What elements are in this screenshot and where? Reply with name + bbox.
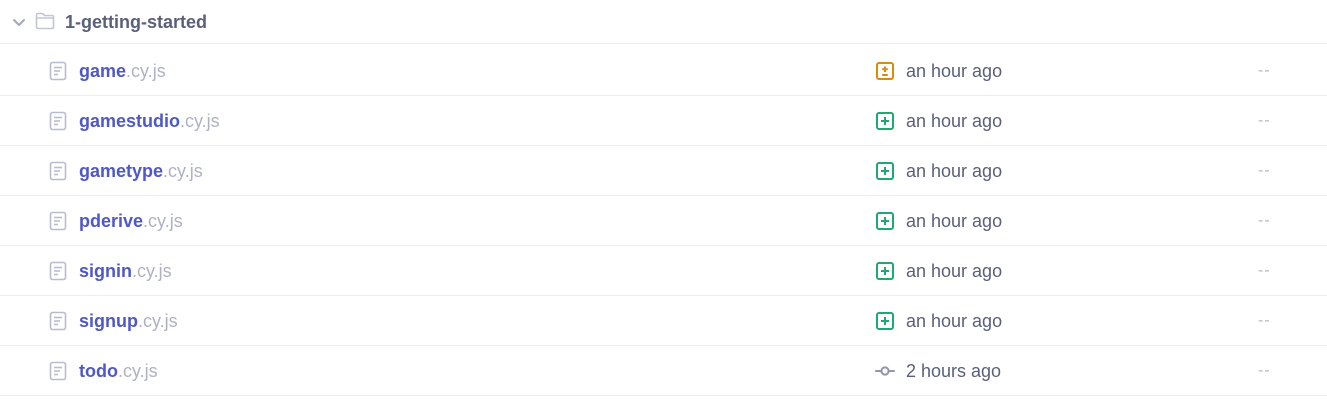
- average-duration: --: [1258, 212, 1271, 229]
- file-extension: .cy.js: [132, 261, 172, 281]
- spec-file-list: game.cy.js an hour ago -- gamestudio.cy.js a…: [0, 46, 1327, 396]
- spec-file-link[interactable]: gamestudio.cy.js: [79, 110, 220, 132]
- file-added-icon: [876, 262, 894, 280]
- commit-icon: [875, 366, 895, 376]
- file-base-name: gamestudio: [79, 111, 181, 131]
- file-extension: .cy.js: [163, 161, 203, 181]
- file-added-icon: [876, 112, 894, 130]
- file-modified-icon: [876, 62, 894, 80]
- spec-file-row[interactable]: signin.cy.js an hour ago --: [0, 246, 1327, 296]
- average-duration: --: [1258, 362, 1271, 379]
- file-base-name: signin: [79, 261, 132, 281]
- spec-file-row[interactable]: gamestudio.cy.js an hour ago --: [0, 96, 1327, 146]
- document-icon: [49, 311, 67, 331]
- chevron-down-icon[interactable]: [11, 14, 27, 30]
- file-added-icon: [876, 162, 894, 180]
- file-base-name: pderive: [79, 211, 144, 231]
- last-updated: an hour ago: [906, 161, 1003, 181]
- spec-file-row[interactable]: todo.cy.js 2 hours ago --: [0, 346, 1327, 396]
- file-extension: .cy.js: [180, 111, 220, 131]
- file-base-name: todo: [79, 361, 118, 381]
- file-extension: .cy.js: [143, 211, 183, 231]
- file-extension: .cy.js: [126, 61, 166, 81]
- average-duration: --: [1258, 262, 1271, 279]
- spec-file-row[interactable]: game.cy.js an hour ago --: [0, 46, 1327, 96]
- average-duration: --: [1258, 112, 1271, 129]
- file-added-icon: [876, 212, 894, 230]
- last-updated: 2 hours ago: [906, 361, 1002, 381]
- spec-file-row[interactable]: pderive.cy.js an hour ago --: [0, 196, 1327, 246]
- spec-file-link[interactable]: pderive.cy.js: [79, 210, 183, 232]
- file-extension: .cy.js: [117, 361, 158, 381]
- file-added-icon: [876, 312, 894, 330]
- spec-file-link[interactable]: signin.cy.js: [79, 260, 172, 282]
- spec-file-link[interactable]: todo.cy.js: [79, 360, 158, 382]
- last-updated: an hour ago: [906, 211, 1003, 231]
- last-updated: an hour ago: [906, 261, 1003, 281]
- document-icon: [49, 111, 67, 131]
- file-base-name: signup: [79, 311, 138, 331]
- folder-name: 1-getting-started: [65, 12, 208, 32]
- file-base-name: gametype: [79, 161, 164, 181]
- spec-file-link[interactable]: gametype.cy.js: [79, 160, 203, 182]
- last-updated: an hour ago: [906, 311, 1003, 331]
- document-icon: [49, 61, 67, 81]
- spec-file-link[interactable]: game.cy.js: [79, 60, 166, 82]
- file-extension: .cy.js: [138, 311, 178, 331]
- last-updated: an hour ago: [906, 61, 1003, 81]
- spec-file-row[interactable]: gametype.cy.js an hour ago --: [0, 146, 1327, 196]
- document-icon: [49, 211, 67, 231]
- last-updated: an hour ago: [906, 111, 1003, 131]
- spec-file-row[interactable]: signup.cy.js an hour ago --: [0, 296, 1327, 346]
- document-icon: [49, 361, 67, 381]
- document-icon: [49, 261, 67, 281]
- file-base-name: game: [79, 61, 127, 81]
- average-duration: --: [1258, 312, 1271, 329]
- average-duration: --: [1258, 162, 1271, 179]
- spec-file-link[interactable]: signup.cy.js: [79, 310, 178, 332]
- average-duration: --: [1258, 62, 1271, 79]
- folder-row-1-getting-started[interactable]: 1-getting-started: [0, 0, 1327, 44]
- document-icon: [49, 161, 67, 181]
- folder-icon: [35, 12, 55, 30]
